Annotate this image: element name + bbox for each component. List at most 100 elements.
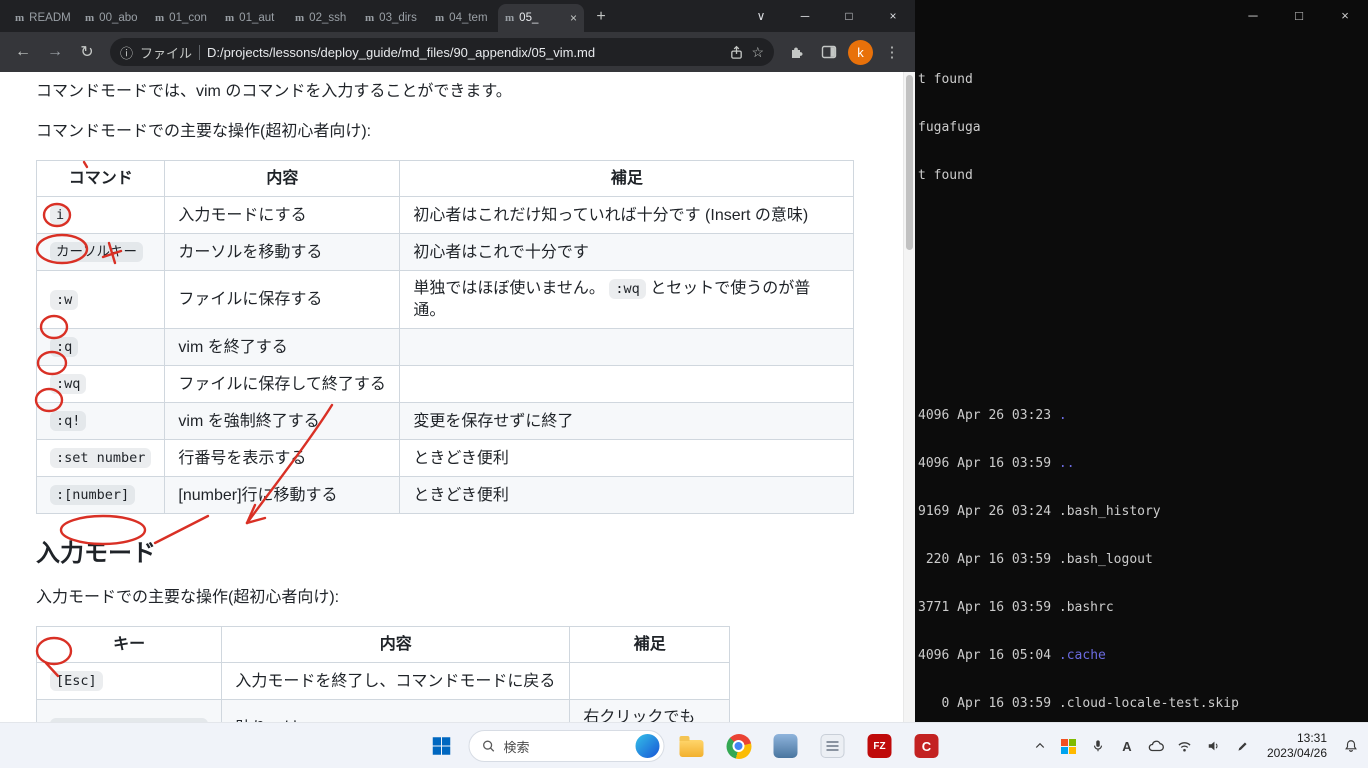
browser-close-button[interactable]: × xyxy=(871,0,915,32)
back-button[interactable]: ← xyxy=(8,37,38,67)
desktop: ─ □ × t found fugafuga t found 4096 Apr … xyxy=(0,0,1368,768)
taskbar-clock[interactable]: 13:31 2023/04/26 xyxy=(1259,731,1335,761)
scrollbar[interactable] xyxy=(903,72,915,722)
remote-app-button[interactable] xyxy=(766,726,806,766)
bookmark-star-icon[interactable]: ☆ xyxy=(751,44,764,61)
address-bar[interactable]: ⓘ ファイル D:/projects/lessons/deploy_guide/… xyxy=(110,38,774,66)
document-app-button[interactable] xyxy=(813,726,853,766)
profile-avatar[interactable]: k xyxy=(848,39,873,65)
file-explorer-button[interactable] xyxy=(672,726,712,766)
browser-tab-01-con[interactable]: m 01_con xyxy=(148,4,218,32)
col-header-key: キー xyxy=(35,626,223,663)
pen-icon[interactable] xyxy=(1230,728,1256,764)
browser-tab-04-tem[interactable]: m 04_tem xyxy=(428,4,498,32)
browser-tab-00-abo[interactable]: m 00_abo xyxy=(78,4,148,32)
share-icon[interactable] xyxy=(729,45,744,60)
microphone-icon[interactable] xyxy=(1085,728,1111,764)
tray-colored-grid-icon[interactable] xyxy=(1056,728,1082,764)
bing-icon[interactable] xyxy=(635,734,660,758)
col-header-content: 内容 xyxy=(164,160,401,197)
new-tab-button[interactable]: + xyxy=(588,4,614,30)
browser-tab-02-ssh[interactable]: m 02_ssh xyxy=(288,4,358,32)
table-row: i 入力モードにする 初心者はこれだけ知っていれば十分です (Insert の意… xyxy=(35,196,855,234)
scrollbar-thumb[interactable] xyxy=(906,75,913,250)
command-code: カーソルキー xyxy=(50,242,143,262)
filezilla-icon: FZ xyxy=(867,734,892,758)
side-panel-icon[interactable] xyxy=(814,37,844,67)
browser-menu-icon[interactable]: ⋮ xyxy=(877,37,907,67)
command-code: :set number xyxy=(50,448,152,468)
url-text[interactable]: D:/projects/lessons/deploy_guide/md_file… xyxy=(207,45,722,60)
clock-time: 13:31 xyxy=(1296,731,1327,745)
tab-label: 05_ xyxy=(519,12,539,24)
markdown-favicon-icon: m xyxy=(505,12,515,24)
terminal-line: 220 Apr 16 03:59 .bash_logout xyxy=(918,552,1153,567)
markdown-favicon-icon: m xyxy=(15,12,25,24)
input-mode-heading: 入力モード xyxy=(36,540,156,567)
input-mode-table: キー 内容 補足 [Esc] 入力モードを終了し、コマンドモードに戻る [Shi… xyxy=(35,626,731,722)
taskbar-search[interactable]: 検索 xyxy=(468,730,665,762)
browser-tabstrip: m README m 00_abo m 01_con m 01_aut m 02… xyxy=(0,0,915,32)
browser-tab-readme[interactable]: m README xyxy=(8,4,78,32)
browser-tab-03-dirs[interactable]: m 03_dirs xyxy=(358,4,428,32)
tab-close-icon[interactable]: × xyxy=(570,11,577,25)
search-icon xyxy=(483,740,495,752)
browser-tab-01-aut[interactable]: m 01_aut xyxy=(218,4,288,32)
tab-label: README xyxy=(29,12,71,24)
start-button[interactable] xyxy=(422,726,462,766)
table-row: :q! vim を強制終了する 変更を保存せずに終了 xyxy=(35,402,855,440)
terminal-close-button[interactable]: × xyxy=(1322,0,1368,30)
command-code: :w xyxy=(50,289,79,310)
table-row: :[number] [number]行に移動する ときどき便利 xyxy=(35,476,855,514)
browser-minimize-button[interactable]: ─ xyxy=(783,0,827,32)
terminal-line: t found xyxy=(918,72,973,87)
tab-label: 03_dirs xyxy=(379,12,417,24)
c-app-icon: C xyxy=(914,734,939,758)
terminal-output[interactable]: t found fugafuga t found 4096 Apr 26 03:… xyxy=(890,30,1368,768)
markdown-favicon-icon: m xyxy=(85,12,95,24)
terminal-minimize-button[interactable]: ─ xyxy=(1230,0,1276,30)
markdown-favicon-icon: m xyxy=(225,12,235,24)
terminal-window[interactable]: ─ □ × t found fugafuga t found 4096 Apr … xyxy=(890,0,1368,759)
tab-label: 00_abo xyxy=(99,12,138,24)
terminal-line: 3771 Apr 16 03:59 .bashrc xyxy=(918,600,1114,615)
search-label: 検索 xyxy=(503,739,530,755)
filezilla-button[interactable]: FZ xyxy=(860,726,900,766)
browser-tab-05-vim-active[interactable]: m 05_ × xyxy=(498,4,584,32)
page-info-icon[interactable]: ⓘ xyxy=(120,43,133,62)
notification-bell-icon[interactable] xyxy=(1338,728,1364,764)
tab-search-chevron-icon[interactable]: ∨ xyxy=(739,0,783,32)
c-app-button[interactable]: C xyxy=(907,726,947,766)
wifi-icon[interactable] xyxy=(1172,728,1198,764)
monitor-app-icon xyxy=(773,734,798,758)
chrome-button[interactable] xyxy=(719,726,759,766)
markdown-favicon-icon: m xyxy=(295,12,305,24)
folder-icon xyxy=(679,735,704,757)
col-header-command: コマンド xyxy=(35,160,166,197)
key-code: [Esc] xyxy=(50,671,103,691)
browser-maximize-button[interactable]: □ xyxy=(827,0,871,32)
table-row: カーソルキー カーソルを移動する 初心者はこれで十分です xyxy=(35,233,855,271)
ime-indicator[interactable]: A xyxy=(1114,728,1140,764)
tray-overflow-chevron[interactable] xyxy=(1027,728,1053,764)
forward-button[interactable]: → xyxy=(40,37,70,67)
terminal-line: fugafuga xyxy=(918,120,981,135)
tab-label: 01_con xyxy=(169,12,207,24)
col-header-note: 補足 xyxy=(399,160,855,197)
table-row: :q vim を終了する xyxy=(35,328,855,366)
command-code: :wq xyxy=(50,374,87,394)
volume-icon[interactable] xyxy=(1201,728,1227,764)
table-row: [Shift] + [Insert] 貼りつけ 右クリックでもOK xyxy=(35,699,731,722)
terminal-restore-button[interactable]: □ xyxy=(1276,0,1322,30)
reload-button[interactable]: ↻ xyxy=(72,37,102,67)
lead-paragraph-1: コマンドモードでの主要な操作(超初心者向け): xyxy=(36,123,372,140)
chrome-icon xyxy=(726,733,751,759)
onedrive-cloud-icon[interactable] xyxy=(1143,728,1169,764)
url-scheme-label: ファイル xyxy=(140,45,193,61)
extensions-puzzle-icon[interactable] xyxy=(782,37,812,67)
page-content-area: コマンドモードでは、vim のコマンドを入力することができます。 コマンドモード… xyxy=(0,72,915,722)
browser-window: m README m 00_abo m 01_con m 01_aut m 02… xyxy=(0,0,915,722)
